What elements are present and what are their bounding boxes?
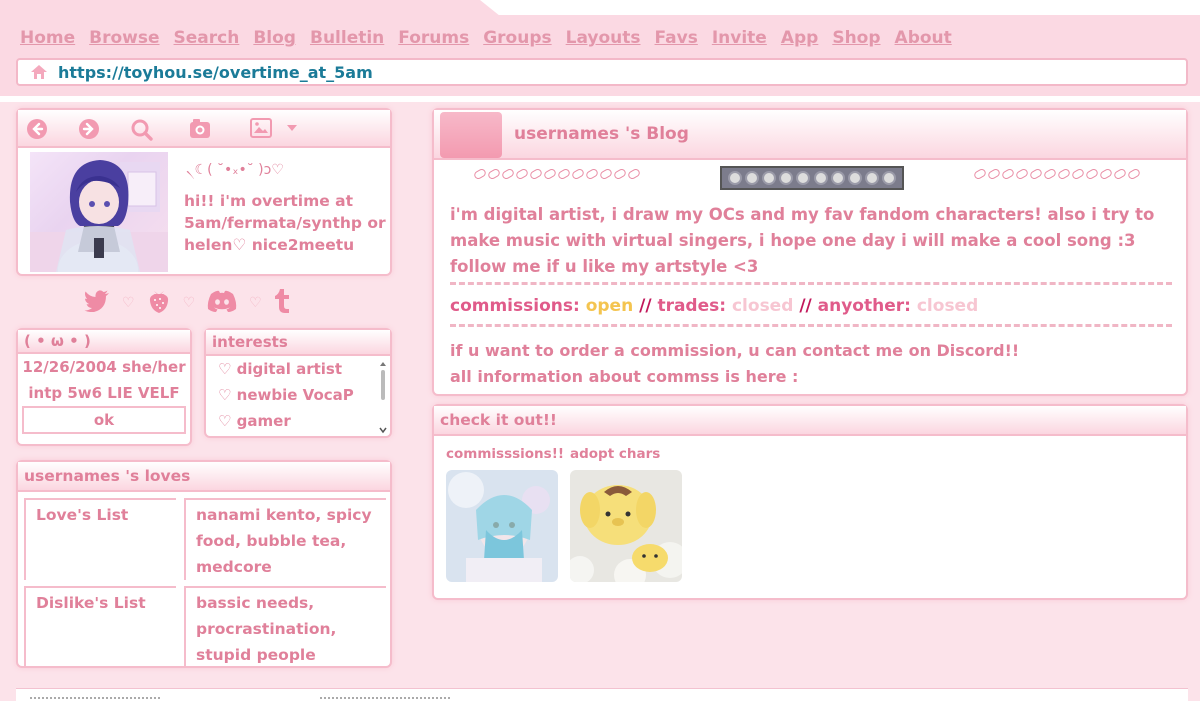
address-url[interactable]: https://toyhou.se/overtime_at_5am: [58, 63, 373, 82]
profile-panel: ৲☾( ˘•ₓ•˘ )ↄ♡ hi!! i'm overtime at 5am/f…: [16, 108, 392, 276]
info-panel: ( • ω • ) 12/26/2004 she/her intp 5w6 LI…: [16, 328, 192, 446]
strawberry-icon[interactable]: [147, 288, 171, 318]
birthday-pronouns: 12/26/2004 she/her: [22, 358, 186, 376]
card-label: commisssions!!: [446, 446, 565, 462]
back-arrow-icon[interactable]: [26, 118, 48, 140]
adopt-image[interactable]: [570, 470, 682, 582]
profile-toolbar: [18, 110, 390, 148]
divider: [450, 324, 1172, 327]
profile-bio: hi!! i'm overtime at 5am/fermata/synthp …: [184, 192, 386, 254]
list-item: ♡ gamer: [218, 412, 291, 430]
nav-browse[interactable]: Browse: [89, 28, 159, 48]
nav-invite[interactable]: Invite: [712, 28, 767, 48]
ok-button[interactable]: ok: [22, 406, 186, 434]
blog-title: usernames 's Blog: [514, 124, 689, 144]
address-bar[interactable]: https://toyhou.se/overtime_at_5am: [16, 58, 1188, 86]
table-row: Love's List nanami kento, spicy food, bu…: [24, 498, 386, 580]
heart-icon: ♡: [182, 295, 196, 311]
anyother-status: closed: [916, 296, 979, 316]
nav-groups[interactable]: Groups: [483, 28, 551, 48]
personality-types: intp 5w6 LIE VELF: [28, 384, 180, 402]
top-nav: Home Browse Search Blog Bulletin Forums …: [20, 28, 952, 48]
avatar: [30, 152, 168, 272]
loves-title: usernames 's loves: [18, 462, 390, 492]
nav-favs[interactable]: Favs: [655, 28, 698, 48]
blog-thumbnail: [440, 112, 502, 158]
blog-panel: usernames 's Blog i'm digital artist, i …: [432, 108, 1188, 396]
browser-tab: [0, 0, 500, 16]
blog-footer: if u want to order a commission, u can c…: [450, 338, 1019, 390]
commissions-label: commissions:: [450, 296, 580, 316]
link-cards: commisssions!! adopt chars: [446, 446, 682, 582]
forward-arrow-icon[interactable]: [78, 118, 100, 140]
check-title: check it out!!: [434, 406, 1186, 436]
camera-icon[interactable]: [188, 118, 212, 140]
list-item: ♡ newbie VocaP: [218, 386, 354, 404]
nav-forums[interactable]: Forums: [398, 28, 469, 48]
commissions-status: open: [585, 296, 634, 316]
blog-header: usernames 's Blog: [434, 110, 1186, 160]
home-icon[interactable]: [30, 64, 48, 80]
divider: [30, 697, 160, 699]
divider: [0, 96, 1200, 102]
divider: [320, 697, 450, 699]
interests-title: interests: [206, 330, 390, 356]
loves-table: Love's List nanami kento, spicy food, bu…: [24, 498, 386, 674]
divider: [450, 282, 1172, 285]
heart-icon: ♡: [249, 295, 262, 311]
heart-icon: ♡: [122, 295, 135, 311]
search-icon[interactable]: [130, 118, 154, 142]
commission-info: all information about commss is here :: [450, 367, 799, 386]
chevron-down-icon[interactable]: [286, 124, 298, 132]
social-links: ♡ ♡ ♡: [84, 288, 290, 318]
nav-bulletin[interactable]: Bulletin: [310, 28, 384, 48]
pills-icon: [972, 167, 1142, 181]
nav-blog[interactable]: Blog: [253, 28, 296, 48]
scrollbar[interactable]: [378, 360, 388, 434]
anyother-label: anyother:: [817, 296, 911, 316]
kaomoji-text: ৲☾( ˘•ₓ•˘ )ↄ♡: [186, 162, 284, 178]
decorative-divider: [434, 166, 1186, 190]
browser-frame: Home Browse Search Blog Bulletin Forums …: [0, 0, 1200, 96]
info-title: ( • ω • ): [18, 330, 190, 354]
tumblr-icon[interactable]: [274, 289, 290, 317]
trades-status: closed: [731, 296, 794, 316]
loves-panel: usernames 's loves Love's List nanami ke…: [16, 460, 392, 668]
discord-icon[interactable]: [207, 290, 237, 316]
image-icon[interactable]: [250, 118, 272, 138]
separator: //: [639, 296, 652, 316]
commission-contact: if u want to order a commission, u can c…: [450, 341, 1020, 360]
bottom-bar: [16, 688, 1188, 701]
interests-list: ♡ digital artist ♡ newbie VocaP ♡ gamer: [206, 356, 390, 434]
card-label: adopt chars: [570, 446, 661, 462]
nav-layouts[interactable]: Layouts: [566, 28, 641, 48]
list-item: ♡ digital artist: [218, 360, 343, 378]
film-strip-icon: [720, 166, 904, 190]
adopt-card[interactable]: adopt chars: [570, 446, 682, 582]
table-row: Dislike's List bassic needs, procrastina…: [24, 586, 386, 668]
nav-about[interactable]: About: [895, 28, 952, 48]
pills-icon: [472, 167, 642, 181]
commissions-image[interactable]: [446, 470, 558, 582]
interests-panel: interests ♡ digital artist ♡ newbie Voca…: [204, 328, 392, 438]
dislikes-key: Dislike's List: [24, 586, 176, 668]
commission-status: commissions: open // trades: closed // a…: [450, 296, 978, 316]
separator: //: [799, 296, 812, 316]
dislikes-value: bassic needs, procrastination, stupid pe…: [184, 586, 386, 668]
nav-shop[interactable]: Shop: [832, 28, 880, 48]
loves-value: nanami kento, spicy food, bubble tea, me…: [184, 498, 386, 580]
nav-search[interactable]: Search: [174, 28, 240, 48]
nav-app[interactable]: App: [781, 28, 819, 48]
check-panel: check it out!! commisssions!! adopt char…: [432, 404, 1188, 600]
twitter-icon[interactable]: [84, 290, 110, 316]
blog-text: i'm digital artist, i draw my OCs and my…: [450, 205, 1155, 276]
trades-label: trades:: [657, 296, 727, 316]
loves-key: Love's List: [24, 498, 176, 580]
nav-home[interactable]: Home: [20, 28, 75, 48]
commissions-card[interactable]: commisssions!!: [446, 446, 565, 582]
